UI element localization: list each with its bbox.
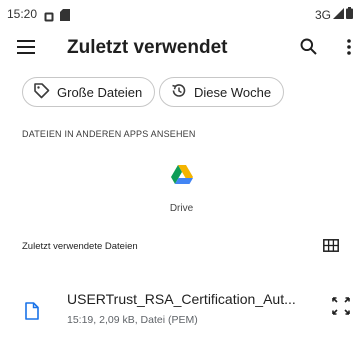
chip-label: Diese Woche (194, 84, 272, 100)
file-name: USERTrust_RSA_Certification_Aut... (67, 291, 296, 307)
expand-arrows-icon[interactable] (332, 297, 350, 320)
page-title: Zuletzt verwendet (67, 37, 228, 58)
file-meta: 15:19, 2,09 kB, Datei (PEM) (67, 314, 198, 326)
app-label-drive: Drive (169, 203, 194, 214)
google-drive-icon (171, 165, 193, 190)
status-time: 15:20 (7, 7, 38, 21)
sd-card-icon (60, 8, 70, 26)
grid-view-icon[interactable] (323, 239, 339, 257)
history-icon (170, 82, 187, 102)
chip-this-week[interactable]: Diese Woche (159, 77, 285, 107)
hamburger-menu-icon[interactable] (17, 40, 35, 59)
search-icon[interactable] (300, 38, 317, 60)
chip-large-files[interactable]: Große Dateien (22, 77, 156, 107)
chip-label: Große Dateien (57, 84, 143, 100)
signal-icon (333, 7, 344, 22)
more-vertical-icon[interactable] (347, 39, 351, 60)
section-title-recent-files: Zuletzt verwendete Dateien (22, 241, 138, 252)
battery-icon (346, 7, 353, 22)
notification-icon (44, 9, 54, 27)
label-tag-icon (33, 82, 50, 102)
file-icon (25, 302, 39, 325)
network-type: 3G (314, 7, 331, 22)
list-item[interactable] (0, 280, 363, 335)
status-bar: 15:20 3G (0, 0, 363, 28)
status-indicators: 3G (315, 7, 353, 22)
section-title-other-apps: DATEIEN IN ANDEREN APPS ANSEHEN (22, 129, 196, 139)
